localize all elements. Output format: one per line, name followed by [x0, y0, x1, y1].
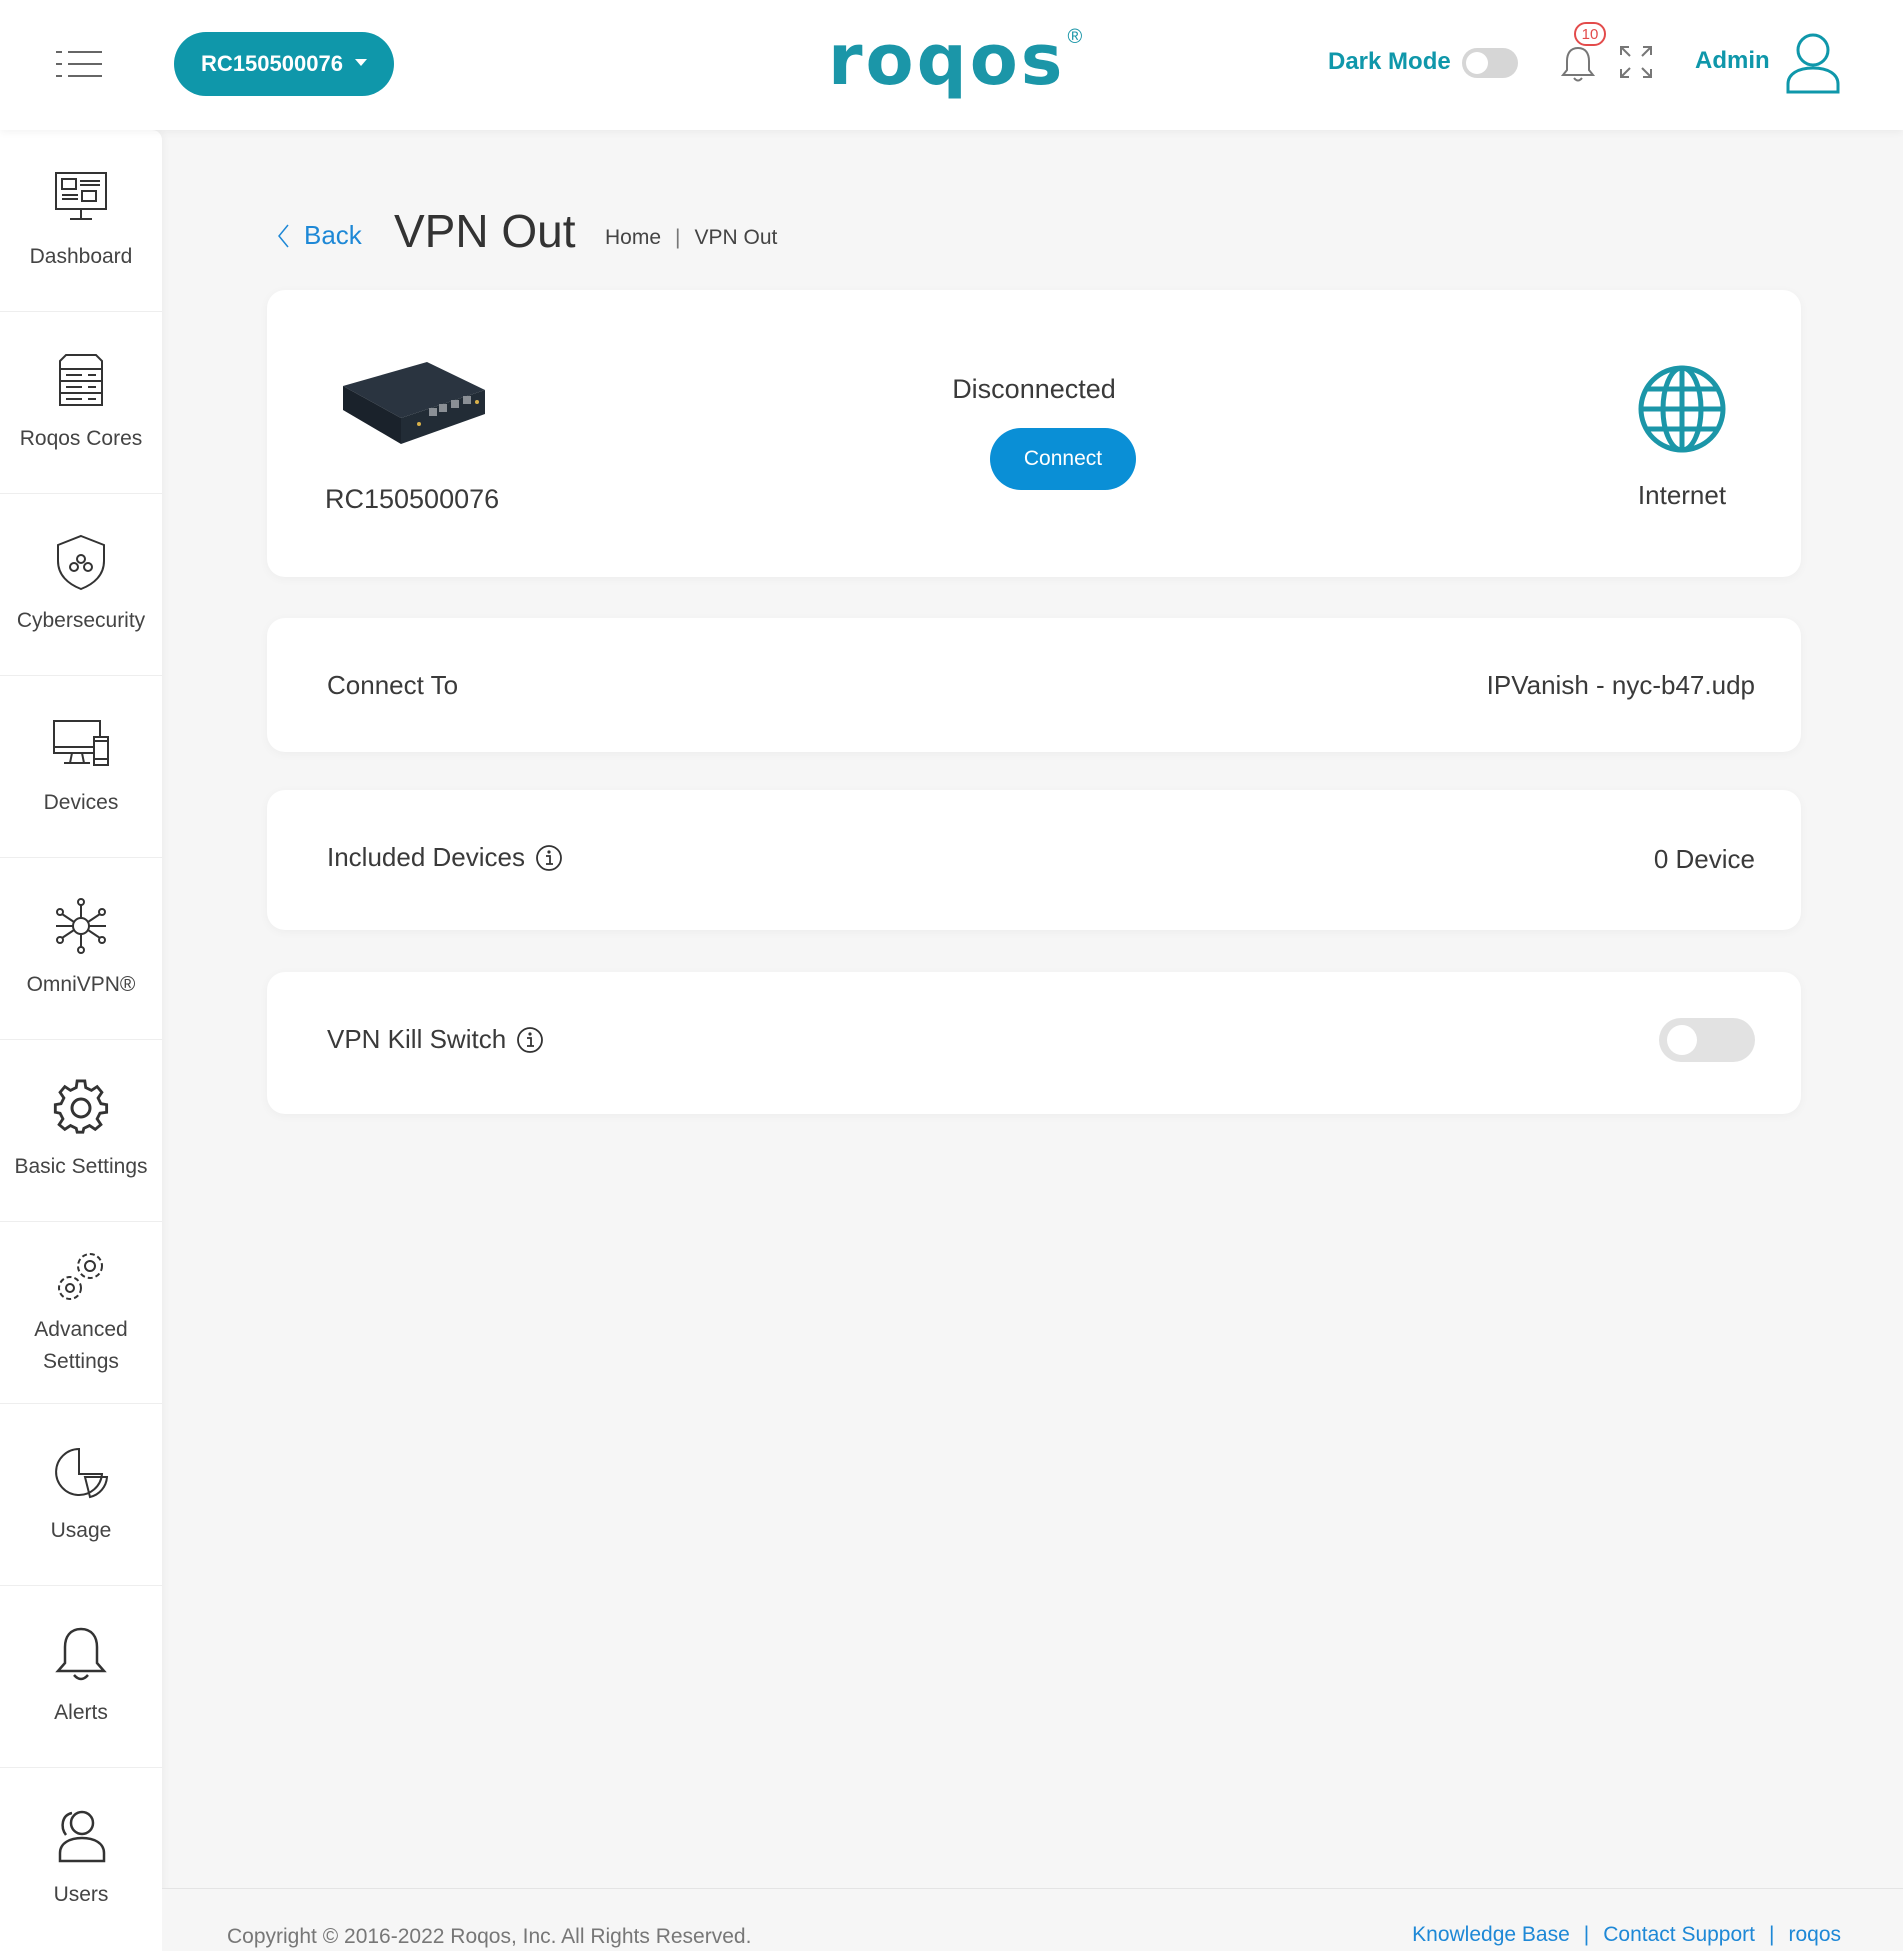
- kill-switch-row: VPN Kill Switch: [267, 972, 1801, 1114]
- bell-icon: [55, 1627, 107, 1680]
- sidebar-item-label: Devices: [43, 790, 119, 814]
- notification-count-badge: 10: [1574, 22, 1606, 46]
- footer-links: Knowledge Base | Contact Support | roqos: [1412, 1923, 1841, 1947]
- included-devices-row[interactable]: Included Devices 0 Device: [267, 790, 1801, 930]
- sidebar-item-advanced-settings[interactable]: Advanced Settings: [0, 1222, 162, 1404]
- sidebar-item-dashboard[interactable]: Dashboard: [0, 130, 162, 312]
- core-selector-dropdown[interactable]: RC150500076: [174, 32, 394, 96]
- sidebar-item-label: Users: [53, 1883, 109, 1906]
- kill-switch-label: VPN Kill Switch: [327, 1024, 544, 1055]
- core-selector-label: RC150500076: [201, 51, 343, 76]
- users-icon: [58, 1810, 106, 1863]
- sidebar-item-label: Dashboard: [29, 244, 133, 268]
- knowledge-base-link[interactable]: Knowledge Base: [1412, 1923, 1570, 1947]
- sidebar-item-usage[interactable]: Usage: [0, 1404, 162, 1586]
- contact-support-link[interactable]: Contact Support: [1603, 1923, 1755, 1947]
- included-devices-count: 0 Device: [1653, 844, 1755, 874]
- connect-to-row[interactable]: Connect To IPVanish - nyc-b47.udp: [267, 618, 1801, 752]
- shield-gear-icon: [57, 534, 105, 590]
- fullscreen-expand-icon[interactable]: [1618, 44, 1654, 80]
- devices-icon: [53, 719, 109, 766]
- internet-label: Internet: [1637, 480, 1727, 510]
- breadcrumb-home[interactable]: Home: [605, 226, 661, 250]
- info-icon[interactable]: [535, 844, 563, 872]
- info-icon[interactable]: [516, 1026, 544, 1054]
- sidebar-nav: Dashboard Roqos Cores Cybersecurity Devi…: [0, 130, 162, 1951]
- breadcrumb: Home | VPN Out: [605, 226, 777, 250]
- user-avatar-icon[interactable]: [1784, 30, 1842, 94]
- server-icon: [59, 353, 103, 406]
- dashboard-icon: [55, 171, 107, 220]
- notifications-bell-icon[interactable]: [1558, 42, 1598, 86]
- sidebar-item-cybersecurity[interactable]: Cybersecurity: [0, 494, 162, 676]
- globe-icon: [1638, 365, 1726, 453]
- vpn-status-card: RC150500076 Disconnected Connect Interne…: [267, 290, 1801, 577]
- logo-text: roqos: [828, 19, 1066, 101]
- footer-separator: |: [1769, 1923, 1775, 1946]
- sidebar-item-label: Advanced Settings: [34, 1317, 128, 1373]
- roqos-logo[interactable]: roqos ®: [828, 20, 1082, 110]
- included-devices-label-text: Included Devices: [327, 842, 525, 872]
- connect-button[interactable]: Connect: [990, 428, 1136, 490]
- network-hub-icon: [56, 897, 106, 954]
- logo-registered-mark: ®: [1067, 26, 1083, 48]
- connect-to-value: IPVanish - nyc-b47.udp: [1486, 670, 1755, 700]
- sidebar-item-alerts[interactable]: Alerts: [0, 1586, 162, 1768]
- menu-toggle-icon[interactable]: [54, 48, 104, 80]
- kill-switch-toggle[interactable]: [1659, 1018, 1755, 1062]
- back-label: Back: [304, 220, 362, 250]
- sidebar-item-label: OmniVPN®: [26, 972, 136, 996]
- sidebar-item-users[interactable]: Users: [0, 1768, 162, 1950]
- dark-mode-label: Dark Mode: [1328, 48, 1451, 75]
- connection-status-text: Disconnected: [952, 374, 1116, 404]
- connect-to-label: Connect To: [327, 670, 458, 701]
- caret-down-icon: [354, 58, 367, 66]
- sidebar-item-basic-settings[interactable]: Basic Settings: [0, 1040, 162, 1222]
- page-title: VPN Out: [394, 205, 576, 257]
- top-header: RC150500076 roqos ® Dark Mode 10 Admin: [0, 0, 1903, 130]
- sidebar-item-label: Roqos Cores: [19, 426, 143, 450]
- device-name: RC150500076: [325, 484, 500, 514]
- user-menu-label[interactable]: Admin: [1695, 47, 1770, 75]
- page-footer: Copyright © 2016-2022 Roqos, Inc. All Ri…: [162, 1888, 1903, 1951]
- toggle-knob: [1667, 1025, 1697, 1055]
- sidebar-item-label: Usage: [50, 1518, 112, 1542]
- connect-to-label-text: Connect To: [327, 670, 459, 700]
- gears-icon: [58, 1252, 103, 1300]
- chevron-left-icon: [278, 224, 289, 247]
- sidebar-item-label: Cybersecurity: [16, 608, 146, 632]
- footer-separator: |: [1583, 1923, 1590, 1946]
- toggle-knob: [1466, 52, 1488, 74]
- gear-icon: [53, 1078, 109, 1134]
- back-link[interactable]: Back: [276, 220, 362, 251]
- kill-switch-label-text: VPN Kill Switch: [327, 1024, 507, 1054]
- pie-chart-icon: [55, 1447, 109, 1498]
- breadcrumb-current: VPN Out: [694, 226, 778, 249]
- router-device-image: [343, 362, 485, 444]
- sidebar-item-devices[interactable]: Devices: [0, 676, 162, 858]
- sidebar-item-roqos-cores[interactable]: Roqos Cores: [0, 312, 162, 494]
- dark-mode-toggle[interactable]: [1462, 48, 1518, 78]
- sidebar-item-label: Basic Settings: [14, 1154, 148, 1178]
- breadcrumb-separator: |: [675, 226, 681, 249]
- sidebar-item-omnivpn[interactable]: OmniVPN®: [0, 858, 162, 1040]
- included-devices-label: Included Devices: [327, 842, 563, 873]
- roqos-site-link[interactable]: roqos: [1788, 1923, 1841, 1947]
- copyright-text: Copyright © 2016-2022 Roqos, Inc. All Ri…: [227, 1925, 752, 1948]
- sidebar-item-label: Alerts: [54, 1700, 108, 1724]
